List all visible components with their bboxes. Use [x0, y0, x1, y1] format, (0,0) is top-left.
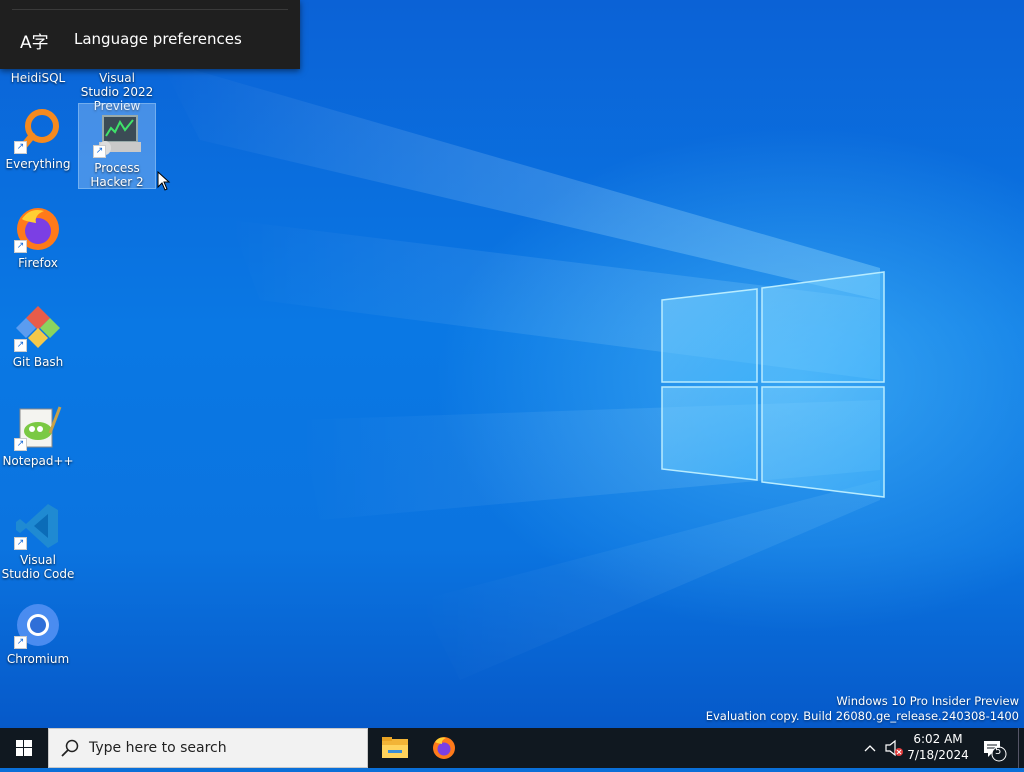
- taskbar-firefox[interactable]: [420, 728, 468, 768]
- windows-logo-pane: [761, 271, 885, 383]
- windows-logo-pane: [761, 386, 885, 498]
- search-icon: [61, 739, 79, 757]
- file-explorer-icon: [382, 737, 408, 758]
- watermark-line1: Windows 10 Pro Insider Preview: [836, 694, 1019, 708]
- language-preferences-label: Language preferences: [74, 30, 242, 48]
- windows-logo-pane: [661, 288, 758, 383]
- mouse-cursor-icon: [157, 171, 171, 191]
- git-bash-icon: ↗: [14, 304, 62, 352]
- watermark-line2: Evaluation copy. Build 26080.ge_release.…: [705, 709, 1019, 723]
- search-placeholder: Type here to search: [89, 740, 227, 756]
- desktop-icon-label: Firefox: [18, 256, 58, 270]
- desktop-icon-process-hacker-2[interactable]: ↗ Process Hacker 2: [78, 103, 156, 189]
- desktop-icon-git-bash[interactable]: ↗ Git Bash: [0, 304, 76, 369]
- desktop-icon-label: HeidiSQL: [10, 71, 66, 85]
- notification-count-badge: 5: [995, 746, 1002, 757]
- shortcut-arrow-icon: ↗: [14, 240, 27, 253]
- firefox-icon: [433, 737, 455, 759]
- shortcut-arrow-icon: ↗: [14, 339, 27, 352]
- desktop-icon-firefox[interactable]: ↗ Firefox: [0, 205, 76, 270]
- desktop-icon-label: Notepad++: [2, 454, 74, 468]
- action-center-button[interactable]: 5: [978, 728, 1010, 768]
- desktop-icon-label: Git Bash: [12, 355, 64, 369]
- start-button[interactable]: [0, 728, 48, 768]
- shortcut-arrow-icon: ↗: [93, 145, 106, 158]
- windows-start-icon: [16, 740, 32, 756]
- everything-icon: ↗: [14, 106, 62, 154]
- vscode-icon: ↗: [14, 502, 62, 550]
- taskbar-clock[interactable]: 6:02 AM 7/18/2024: [900, 731, 976, 763]
- desktop-icon-everything[interactable]: ↗ Everything: [0, 106, 76, 171]
- process-hacker-icon: ↗: [93, 110, 141, 158]
- windows-logo-pane: [661, 386, 758, 481]
- clock-time: 6:02 AM: [913, 732, 963, 746]
- chromium-icon: ↗: [14, 601, 62, 649]
- show-desktop-button[interactable]: [1018, 728, 1024, 768]
- language-icon: A字: [20, 33, 49, 53]
- desktop-icon-label: Chromium: [6, 652, 70, 666]
- desktop-icon-label: Process Hacker 2: [90, 161, 144, 189]
- shortcut-arrow-icon: ↗: [14, 438, 27, 451]
- desktop-icon-chromium[interactable]: ↗ Chromium: [0, 601, 76, 666]
- firefox-icon: ↗: [14, 205, 62, 253]
- desktop-icon-label: Everything: [5, 157, 71, 171]
- clock-date: 7/18/2024: [907, 748, 969, 762]
- desktop-icon-notepad-plus-plus[interactable]: ↗ Notepad++: [0, 403, 76, 468]
- language-preferences-popup: A字 Language preferences: [0, 0, 300, 69]
- taskbar-file-explorer[interactable]: [372, 728, 420, 768]
- shortcut-arrow-icon: ↗: [14, 141, 27, 154]
- desktop-icon-label: Visual Studio Code: [1, 553, 75, 581]
- chevron-up-icon: [864, 745, 876, 752]
- evaluation-watermark: Windows 10 Pro Insider Preview Evaluatio…: [706, 694, 1019, 724]
- notepad-plus-plus-icon: ↗: [14, 403, 62, 451]
- notification-icon: [984, 741, 1007, 762]
- popup-divider: [12, 9, 288, 10]
- show-hidden-icons-button[interactable]: [860, 728, 880, 768]
- shortcut-arrow-icon: ↗: [14, 636, 27, 649]
- shortcut-arrow-icon: ↗: [14, 537, 27, 550]
- desktop-icon-visual-studio-code[interactable]: ↗ Visual Studio Code: [0, 502, 76, 581]
- taskbar-search-box[interactable]: Type here to search: [48, 728, 368, 768]
- taskbar: Type here to search 6:02 AM 7/18/2024 5: [0, 728, 1024, 768]
